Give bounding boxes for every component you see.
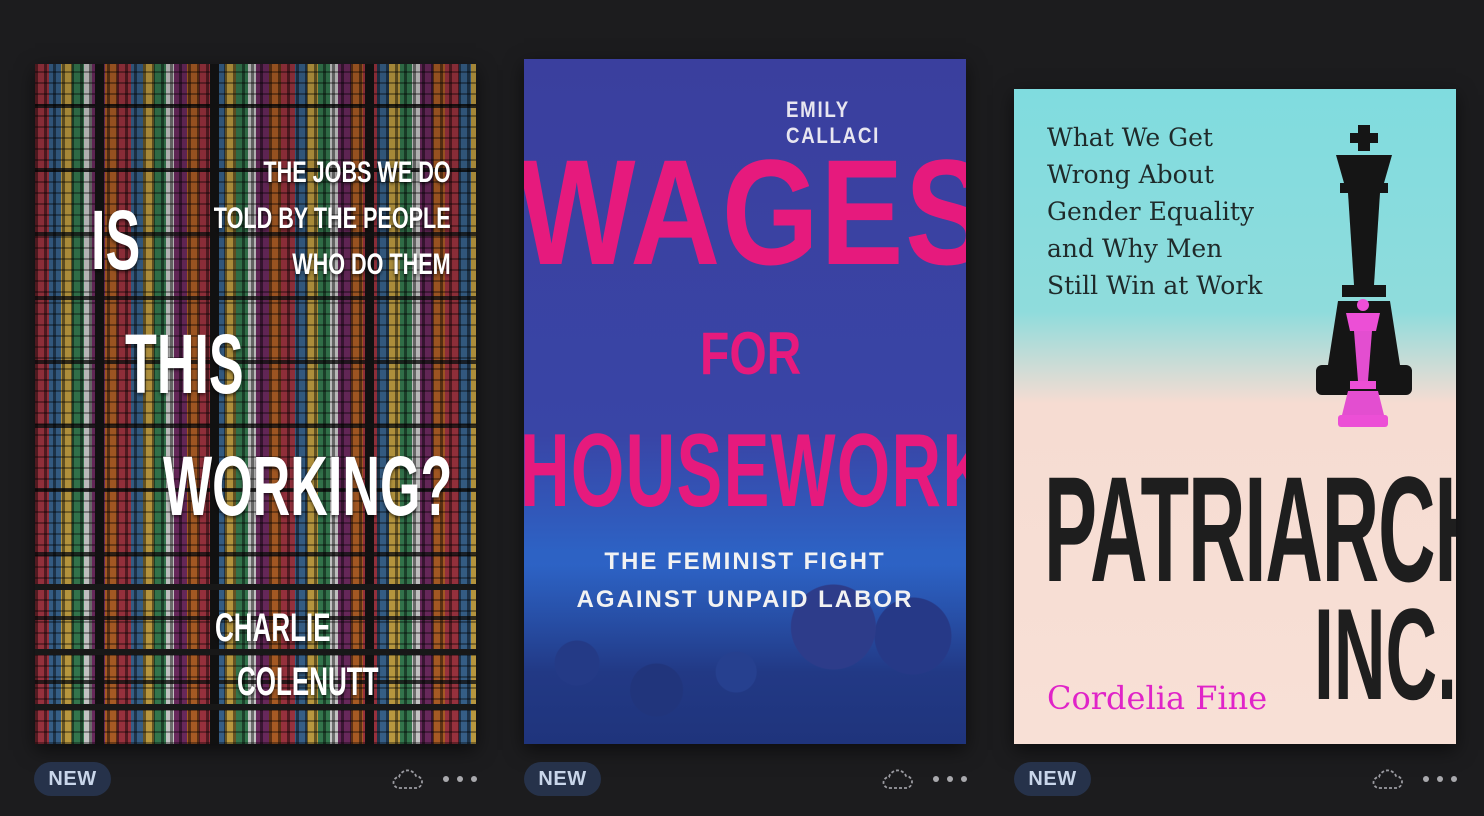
cover-title-line: THIS <box>125 317 244 411</box>
more-options-icon[interactable] <box>1423 770 1457 788</box>
new-badge: NEW <box>524 762 601 796</box>
more-options-icon[interactable] <box>443 770 477 788</box>
shelf-pole <box>95 64 104 744</box>
book-cover[interactable]: EMILY CALLACI WAGES FOR HOUSEWORK THE FE… <box>524 59 966 744</box>
subtitle-line: and Why Men <box>1047 234 1223 263</box>
cover-title-line: WORKING? <box>163 439 453 533</box>
cover-title-line: FOR <box>700 320 802 387</box>
book-cover[interactable]: What We Get Wrong About Gender Equality … <box>1014 89 1456 744</box>
subtitle-line: Gender Equality <box>1047 197 1254 226</box>
cloud-download-icon[interactable] <box>390 766 424 792</box>
new-badge: NEW <box>34 762 111 796</box>
cover-author-line: COLENUTT <box>237 660 379 704</box>
chess-queen-icon <box>1338 299 1388 427</box>
cover-subtitle: THE FEMINIST FIGHT AGAINST UNPAID LABOR <box>524 543 966 619</box>
cover-subtitle: THE JOBS WE DO TOLD BY THE PEOPLE WHO DO… <box>185 150 451 288</box>
cover-title-line: INC. <box>1314 581 1456 727</box>
cover-author: Cordelia Fine <box>1047 679 1268 717</box>
cover-title-line: HOUSEWORK <box>524 413 966 529</box>
subtitle-line: WHO DO THEM <box>292 248 451 281</box>
book-cover[interactable]: THE JOBS WE DO TOLD BY THE PEOPLE WHO DO… <box>35 64 476 744</box>
cloud-download-icon[interactable] <box>1370 766 1404 792</box>
subtitle-line: Still Win at Work <box>1047 271 1263 300</box>
subtitle-line: Wrong About <box>1047 160 1214 189</box>
cover-title-line: IS <box>91 193 141 287</box>
cover-title-line: WAGES <box>524 128 966 296</box>
new-badge: NEW <box>1014 762 1091 796</box>
subtitle-line: THE JOBS WE DO <box>263 156 451 189</box>
cover-subtitle: What We Get Wrong About Gender Equality … <box>1047 119 1262 304</box>
cloud-download-icon[interactable] <box>880 766 914 792</box>
more-options-icon[interactable] <box>933 770 967 788</box>
shelf-bar <box>35 584 476 590</box>
subtitle-line: TOLD BY THE PEOPLE <box>213 202 451 235</box>
subtitle-line: THE FEMINIST FIGHT <box>604 548 886 575</box>
subtitle-line: What We Get <box>1047 123 1213 152</box>
subtitle-line: AGAINST UNPAID LABOR <box>576 586 914 613</box>
cover-author-line: CHARLIE <box>215 606 331 650</box>
